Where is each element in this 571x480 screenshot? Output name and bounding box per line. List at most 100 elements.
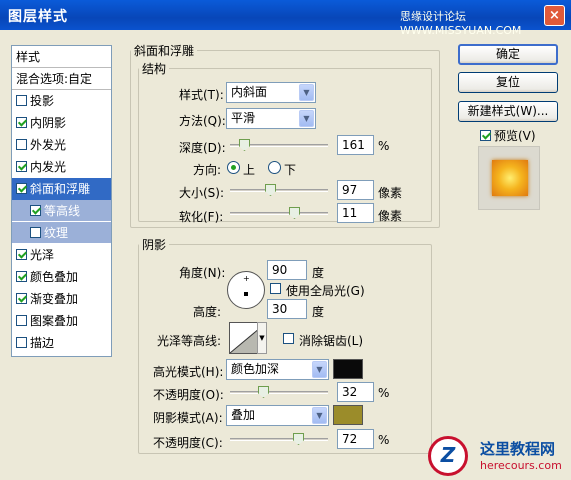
soften-unit: 像素	[378, 209, 403, 223]
depth-slider[interactable]	[230, 139, 328, 151]
angle-dial[interactable]: +	[227, 271, 265, 309]
soften-input[interactable]: 11	[337, 203, 374, 223]
bevel-title: 斜面和浮雕	[134, 44, 195, 58]
highlight-opacity-input[interactable]: 32	[337, 382, 374, 402]
sidebar-item-label: 斜面和浮雕	[30, 182, 91, 196]
technique-select-value: 平滑	[231, 111, 256, 125]
sidebar-item[interactable]: 颜色叠加	[12, 266, 111, 288]
structure-title: 结构	[142, 62, 167, 76]
chevron-down-icon: ▼	[299, 84, 314, 101]
direction-up-label: 上	[243, 163, 256, 177]
sidebar-item-checkbox[interactable]	[16, 161, 27, 172]
sidebar-item[interactable]: 外发光	[12, 134, 111, 156]
sidebar-item-checkbox[interactable]	[16, 117, 27, 128]
global-light-checkbox[interactable]	[270, 283, 281, 294]
sidebar-item[interactable]: 等高线	[12, 200, 111, 222]
altitude-unit: 度	[312, 305, 325, 319]
sidebar-item-checkbox[interactable]	[16, 249, 27, 260]
logo-badge: Z	[428, 436, 468, 476]
highlight-opacity-slider[interactable]	[230, 386, 328, 398]
antialias-label: 消除锯齿(L)	[299, 334, 364, 348]
highlight-opacity-unit: %	[378, 386, 390, 400]
sidebar-item-checkbox[interactable]	[30, 205, 41, 216]
sidebar-item-checkbox[interactable]	[16, 293, 27, 304]
highlight-mode-select[interactable]: 颜色加深 ▼	[226, 359, 329, 380]
soften-slider[interactable]	[230, 207, 328, 219]
gloss-contour-label: 光泽等高线:	[157, 334, 222, 348]
shadow-mode-select[interactable]: 叠加 ▼	[226, 405, 329, 426]
highlight-color-swatch[interactable]	[333, 359, 363, 379]
shadow-opacity-unit: %	[378, 433, 390, 447]
depth-unit: %	[378, 139, 390, 153]
sidebar-item-checkbox[interactable]	[16, 315, 27, 326]
direction-up-radio[interactable]	[227, 161, 240, 174]
sidebar-item-checkbox[interactable]	[30, 227, 41, 238]
sidebar-item[interactable]: 光泽	[12, 244, 111, 266]
shadow-mode-value: 叠加	[231, 408, 256, 422]
site-logo: Z 这里教程网 herecours.com	[420, 434, 571, 480]
sidebar-item-checkbox[interactable]	[16, 95, 27, 106]
sidebar-item-label: 内发光	[30, 160, 67, 174]
sidebar-item-label: 描边	[30, 336, 55, 350]
logo-letter: Z	[440, 443, 456, 467]
shadow-opacity-slider[interactable]	[230, 433, 328, 445]
sidebar-item-checkbox[interactable]	[16, 337, 27, 348]
style-select-value: 内斜面	[231, 85, 268, 99]
logo-name: 这里教程网	[480, 440, 556, 458]
slider-thumb[interactable]	[258, 386, 269, 398]
sidebar-item[interactable]: 纹理	[12, 222, 111, 244]
reset-button[interactable]: 复位	[458, 72, 558, 93]
sidebar-item-checkbox[interactable]	[16, 139, 27, 150]
ok-button[interactable]: 确定	[458, 44, 558, 65]
preview-label: 预览(V)	[494, 129, 536, 143]
sidebar-item[interactable]: 内阴影	[12, 112, 111, 134]
sidebar-item[interactable]: 投影	[12, 90, 111, 112]
sidebar-item[interactable]: 图案叠加	[12, 310, 111, 332]
slider-thumb[interactable]	[289, 207, 300, 219]
angle-label: 角度(N):	[179, 266, 226, 280]
technique-select[interactable]: 平滑 ▼	[226, 108, 316, 129]
depth-input[interactable]: 161	[337, 135, 374, 155]
altitude-input[interactable]: 30	[267, 299, 307, 319]
direction-down-radio[interactable]	[268, 161, 281, 174]
slider-thumb[interactable]	[239, 139, 250, 151]
sidebar-item-label: 光泽	[30, 248, 55, 262]
sidebar-item-checkbox[interactable]	[16, 271, 27, 282]
slider-thumb[interactable]	[265, 184, 276, 196]
sidebar-item[interactable]: 渐变叠加	[12, 288, 111, 310]
sidebar-item[interactable]: 内发光	[12, 156, 111, 178]
shadow-opacity-label: 不透明度(C):	[153, 436, 223, 450]
blending-options-item[interactable]: 混合选项:自定	[12, 68, 111, 90]
crosshair-icon: +	[243, 274, 250, 283]
angle-input[interactable]: 90	[267, 260, 307, 280]
shadow-opacity-input[interactable]: 72	[337, 429, 374, 449]
size-input[interactable]: 97	[337, 180, 374, 200]
shadow-color-swatch[interactable]	[333, 405, 363, 425]
style-label: 样式(T):	[179, 88, 224, 102]
bevel-emboss-panel: 斜面和浮雕 结构 样式(T): 内斜面 ▼ 方法(Q): 平滑 ▼ 深度(D):…	[125, 42, 441, 470]
size-slider[interactable]	[230, 184, 328, 196]
preview-checkbox[interactable]	[480, 130, 491, 141]
soften-label: 软化(F):	[179, 210, 224, 224]
angle-unit: 度	[312, 266, 325, 280]
window-title: 图层样式	[8, 9, 68, 25]
preview-toggle[interactable]: 预览(V)	[480, 127, 536, 144]
sidebar-item[interactable]: 描边	[12, 332, 111, 354]
chevron-down-icon[interactable]: ▼	[257, 322, 267, 354]
sidebar-item-label: 内阴影	[30, 116, 67, 130]
angle-dot	[244, 292, 248, 296]
slider-thumb[interactable]	[293, 433, 304, 445]
styles-header: 样式	[12, 46, 111, 68]
new-style-button[interactable]: 新建样式(W)...	[458, 101, 558, 122]
close-button[interactable]: ×	[544, 5, 565, 26]
style-select[interactable]: 内斜面 ▼	[226, 82, 316, 103]
preview-thumbnail	[492, 160, 528, 196]
sidebar-item[interactable]: 斜面和浮雕	[12, 178, 111, 200]
direction-down-label: 下	[284, 163, 297, 177]
title-bar: 图层样式 思缘设计论坛 WWW.MISSYUAN.COM ×	[0, 0, 571, 37]
sidebar-item-label: 渐变叠加	[30, 292, 79, 306]
sidebar-item-checkbox[interactable]	[16, 183, 27, 194]
chevron-down-icon: ▼	[312, 361, 327, 378]
style-preview	[478, 146, 540, 210]
antialias-checkbox[interactable]	[283, 333, 294, 344]
